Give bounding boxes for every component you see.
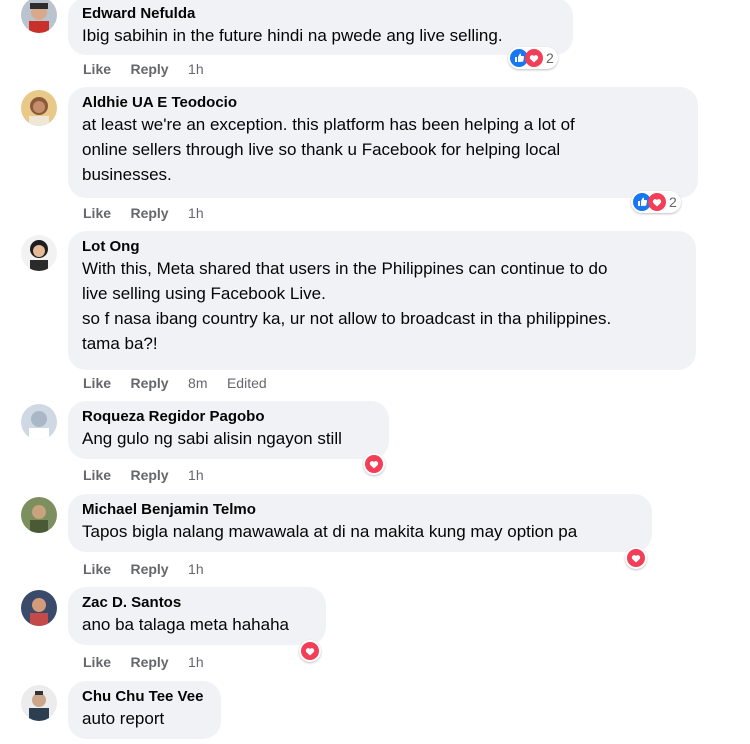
comment-actions: Like Reply 1h: [83, 61, 204, 77]
comment-author[interactable]: Edward Nefulda: [82, 5, 559, 23]
comment-author[interactable]: Lot Ong: [82, 238, 682, 256]
timestamp[interactable]: 1h: [188, 654, 204, 670]
love-icon: [365, 455, 383, 473]
reaction-count: 2: [669, 194, 677, 210]
comment-bubble: Lot Ong With this, Meta shared that user…: [68, 231, 696, 370]
comment-author[interactable]: Aldhie UA E Teodocio: [82, 94, 684, 112]
like-button[interactable]: Like: [83, 561, 111, 577]
comment-text: Ibig sabihin in the future hindi na pwed…: [82, 26, 503, 45]
comment-actions: Like Reply 8m Edited: [83, 375, 267, 391]
comment-bubble: Edward Nefulda Ibig sabihin in the futur…: [68, 0, 573, 55]
comment-author[interactable]: Roqueza Regidor Pagobo: [82, 408, 375, 426]
comment-text: Tapos bigla nalang mawawala at di na mak…: [82, 522, 578, 541]
comment-bubble: Zac D. Santos ano ba talaga meta hahaha: [68, 587, 326, 645]
comment-text: With this, Meta shared that users in the…: [82, 259, 612, 353]
timestamp[interactable]: 1h: [188, 561, 204, 577]
love-icon: [648, 193, 666, 211]
comment-actions: Like Reply 1h: [83, 467, 204, 483]
comment-bubble: Aldhie UA E Teodocio at least we're an e…: [68, 87, 698, 198]
reaction-count: 2: [546, 50, 554, 66]
like-button[interactable]: Like: [83, 205, 111, 221]
like-button[interactable]: Like: [83, 375, 111, 391]
reply-button[interactable]: Reply: [130, 61, 168, 77]
like-button[interactable]: Like: [83, 61, 111, 77]
avatar[interactable]: [21, 685, 57, 721]
comment-actions: Like Reply 1h: [83, 654, 204, 670]
comment-text: auto report: [82, 709, 165, 728]
reply-button[interactable]: Reply: [130, 561, 168, 577]
comment-actions: Like Reply 1h: [83, 205, 204, 221]
love-icon: [627, 549, 645, 567]
comment-bubble: Michael Benjamin Telmo Tapos bigla nalan…: [68, 494, 652, 552]
reply-button[interactable]: Reply: [130, 467, 168, 483]
avatar[interactable]: [21, 404, 57, 440]
comment-text: Ang gulo ng sabi alisin ngayon still: [82, 429, 342, 448]
comment-bubble: Chu Chu Tee Vee auto report: [68, 681, 221, 739]
love-icon: [301, 642, 319, 660]
avatar[interactable]: [21, 497, 57, 533]
reply-button[interactable]: Reply: [130, 205, 168, 221]
comment-text: at least we're an exception. this platfo…: [82, 115, 575, 184]
comment-bubble: Roqueza Regidor Pagobo Ang gulo ng sabi …: [68, 401, 389, 459]
comment-actions: Like Reply 1h: [83, 561, 204, 577]
avatar[interactable]: [21, 590, 57, 626]
comment-author[interactable]: Michael Benjamin Telmo: [82, 501, 638, 519]
reaction-summary[interactable]: [625, 547, 647, 569]
reply-button[interactable]: Reply: [130, 375, 168, 391]
like-button[interactable]: Like: [83, 654, 111, 670]
comment-author[interactable]: Chu Chu Tee Vee: [82, 688, 207, 706]
like-button[interactable]: Like: [83, 467, 111, 483]
timestamp[interactable]: 1h: [188, 467, 204, 483]
reply-button[interactable]: Reply: [130, 654, 168, 670]
reaction-summary[interactable]: 2: [508, 47, 558, 69]
timestamp[interactable]: 8m: [188, 375, 207, 391]
reaction-summary[interactable]: 2: [631, 191, 681, 213]
timestamp[interactable]: 1h: [188, 61, 204, 77]
reaction-summary[interactable]: [299, 640, 321, 662]
love-icon: [525, 49, 543, 67]
timestamp[interactable]: 1h: [188, 205, 204, 221]
avatar[interactable]: [21, 235, 57, 271]
avatar[interactable]: [21, 90, 57, 126]
avatar[interactable]: [21, 0, 57, 33]
comment-author[interactable]: Zac D. Santos: [82, 594, 312, 612]
edited-label[interactable]: Edited: [227, 375, 267, 391]
reaction-summary[interactable]: [363, 453, 385, 475]
comment-text: ano ba talaga meta hahaha: [82, 615, 290, 634]
